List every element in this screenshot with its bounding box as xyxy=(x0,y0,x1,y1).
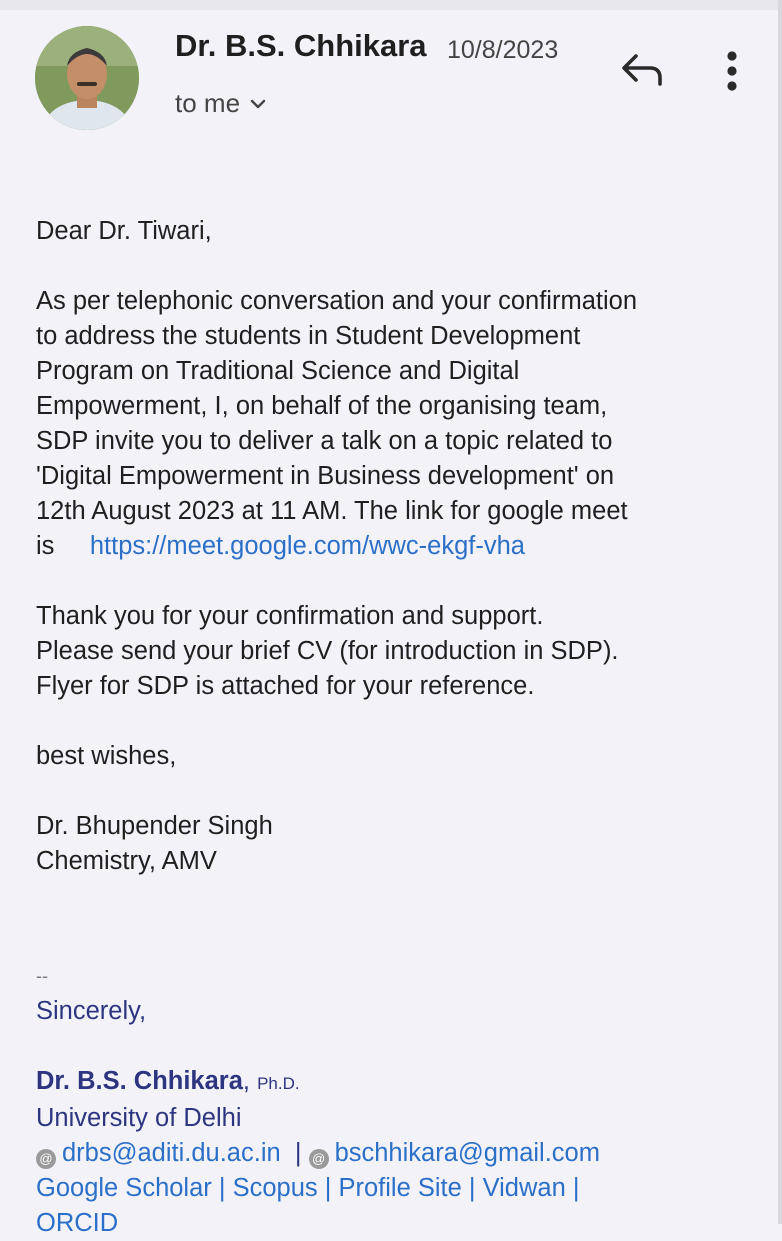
avatar-photo xyxy=(35,26,139,130)
email-link-2[interactable]: bschhikara@gmail.com xyxy=(335,1139,600,1167)
paragraph-line: Flyer for SDP is attached for your refer… xyxy=(36,672,535,700)
sender-name[interactable]: Dr. B.S. Chhikara xyxy=(175,28,427,64)
signature-name-line: Dr. B.S. Chhikara, Ph.D. xyxy=(36,1064,756,1101)
paragraph-line: Thank you for your confirmation and supp… xyxy=(36,602,544,630)
signature-name: Dr. B.S. Chhikara xyxy=(36,1067,243,1095)
recipient-label: to me xyxy=(175,88,241,118)
profile-links-line: Google Scholar | Scopus | Profile Site |… xyxy=(36,1171,756,1206)
meet-link[interactable]: https://meet.google.com/wwc-ekgf-vha xyxy=(90,532,525,560)
recipient-toggle[interactable]: to me xyxy=(175,88,266,119)
writer-department: Chemistry, AMV xyxy=(36,847,217,875)
paragraph-line: 12th August 2023 at 11 AM. The link for … xyxy=(36,497,628,525)
paragraph-line: Empowerment, I, on behalf of the organis… xyxy=(36,392,608,420)
paragraph-line: As per telephonic conversation and your … xyxy=(36,287,638,315)
signature-degree: Ph.D. xyxy=(257,1074,300,1093)
writer-name: Dr. Bhupender Singh xyxy=(36,812,273,840)
paragraph-line: 'Digital Empowerment in Business develop… xyxy=(36,462,615,490)
link-scopus[interactable]: Scopus xyxy=(233,1174,318,1202)
chevron-down-icon xyxy=(250,99,266,108)
sincerely: Sincerely, xyxy=(36,997,147,1025)
link-separator: | xyxy=(218,1174,226,1202)
message-body: Dear Dr. Tiwari, As per telephonic conve… xyxy=(36,214,756,1241)
paragraph-line: SDP invite you to deliver a talk on a to… xyxy=(36,427,613,455)
scroll-edge xyxy=(778,0,782,1224)
paragraph-line: to address the students in Student Devel… xyxy=(36,322,581,350)
avatar[interactable] xyxy=(35,26,139,130)
more-vert-icon[interactable] xyxy=(715,48,749,94)
link-separator: | xyxy=(572,1174,580,1202)
link-profile-site[interactable]: Profile Site xyxy=(338,1174,461,1202)
signature-separator: -- xyxy=(36,966,48,986)
at-icon: @ xyxy=(308,1149,329,1169)
paragraph-line: Program on Traditional Science and Digit… xyxy=(36,357,520,385)
reply-icon[interactable] xyxy=(618,50,666,90)
email-line: @ drbs@aditi.du.ac.in | @ bschhikara@gmail… xyxy=(36,1136,756,1171)
greeting: Dear Dr. Tiwari, xyxy=(36,217,212,245)
paragraph-line: Please send your brief CV (for introduct… xyxy=(36,637,619,665)
link-orcid[interactable]: ORCID xyxy=(36,1209,118,1237)
link-google-scholar[interactable]: Google Scholar xyxy=(36,1174,212,1202)
at-icon: @ xyxy=(36,1149,56,1169)
link-prefix: is xyxy=(36,532,55,560)
signature-comma: , xyxy=(242,1067,250,1095)
link-separator: | xyxy=(324,1174,332,1202)
message-date: 10/8/2023 xyxy=(447,36,559,64)
email-link-1[interactable]: drbs@aditi.du.ac.in xyxy=(62,1139,281,1167)
closing: best wishes, xyxy=(36,742,177,770)
link-vidwan[interactable]: Vidwan xyxy=(483,1174,566,1202)
signature-affiliation: University of Delhi xyxy=(36,1104,242,1132)
email-separator: | xyxy=(294,1139,302,1167)
meet-link-line: is https://meet.google.com/wwc-ekgf-vha xyxy=(36,529,756,564)
message-header: Dr. B.S. Chhikara 10/8/2023 to me xyxy=(0,0,782,150)
link-separator: | xyxy=(468,1174,476,1202)
